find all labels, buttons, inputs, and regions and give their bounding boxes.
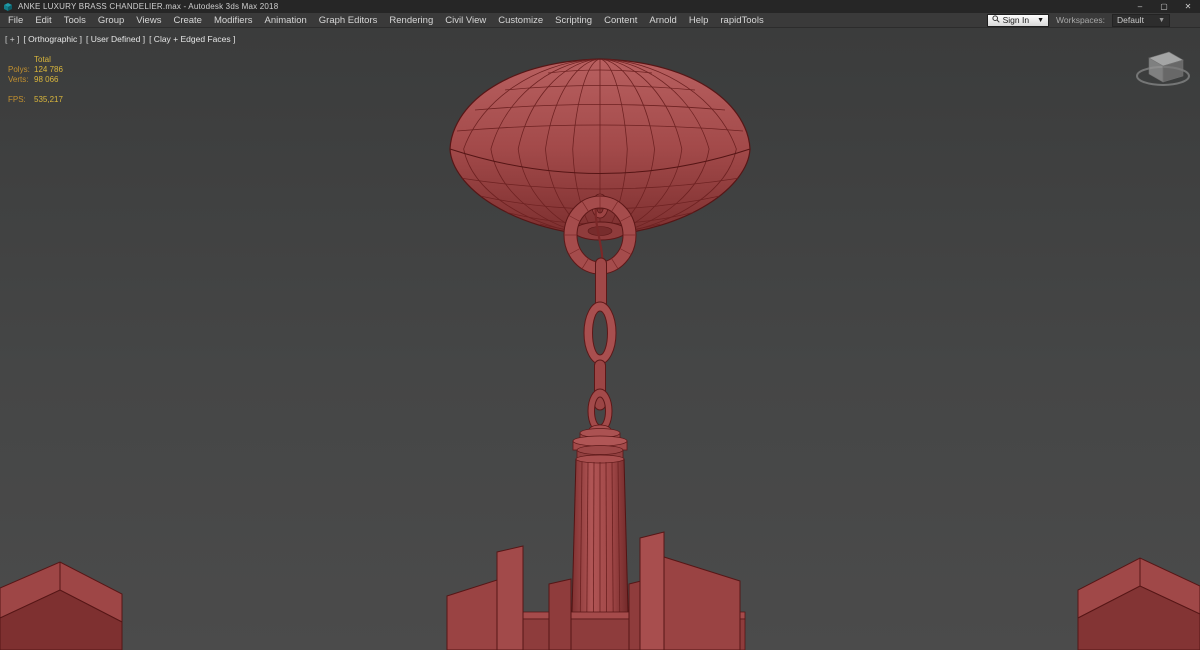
chandelier-model-canvas[interactable] (0, 28, 1200, 650)
menu-civil-view[interactable]: Civil View (439, 15, 492, 26)
menu-customize[interactable]: Customize (492, 15, 549, 26)
menu-graph-editors[interactable]: Graph Editors (313, 15, 384, 26)
close-button[interactable]: ✕ (1176, 0, 1200, 13)
maximize-button[interactable]: ▢ (1152, 0, 1176, 13)
viewport-view-label[interactable]: [ User Defined ] (86, 34, 145, 44)
menu-arnold[interactable]: Arnold (643, 15, 682, 26)
menu-views[interactable]: Views (130, 15, 167, 26)
chain-link (595, 257, 607, 309)
frame-corner-right (1077, 557, 1200, 650)
stats-polys-value: 124 786 (34, 65, 63, 74)
menu-tools[interactable]: Tools (58, 15, 92, 26)
stats-fps-value: 535,217 (34, 95, 63, 104)
menu-modifiers[interactable]: Modifiers (208, 15, 259, 26)
menu-help[interactable]: Help (683, 15, 715, 26)
viewport-statistics: Total Polys: 124 786 Verts: 98 066 FPS: 535… (8, 55, 63, 105)
search-icon (992, 15, 1000, 25)
minimize-button[interactable]: – (1128, 0, 1152, 13)
viewport-label: [ + ] [ Orthographic ] [ User Defined ] … (5, 34, 235, 44)
chevron-down-icon: ▼ (1037, 16, 1045, 24)
chevron-down-icon: ▼ (1158, 16, 1165, 24)
sign-in-label: Sign In (1002, 15, 1030, 25)
frame-corner-left (0, 561, 123, 650)
viewport[interactable]: [ + ] [ Orthographic ] [ User Defined ] … (0, 28, 1200, 650)
chain-link (594, 359, 606, 411)
workspace-dropdown[interactable]: Default ▼ (1112, 13, 1170, 27)
stats-verts-row: Verts: 98 066 (8, 75, 63, 85)
menu-scripting[interactable]: Scripting (549, 15, 598, 26)
stats-polys-label: Polys: (8, 65, 30, 74)
workspaces-label: Workspaces: (1056, 15, 1105, 25)
stats-polys-row: Polys: 124 786 (8, 65, 63, 75)
menu-bar: File Edit Tools Group Views Create Modif… (0, 13, 1200, 28)
window-title: ANKE LUXURY BRASS CHANDELIER.max - Autod… (18, 2, 279, 11)
viewport-shading-label[interactable]: [ Clay + Edged Faces ] (149, 34, 235, 44)
menu-rapidtools[interactable]: rapidTools (714, 15, 769, 26)
3dsmax-app-icon (3, 2, 13, 12)
menu-group[interactable]: Group (92, 15, 130, 26)
menu-content[interactable]: Content (598, 15, 643, 26)
stats-verts-label: Verts: (8, 75, 29, 84)
viewport-menu-plus[interactable]: [ + ] (5, 34, 19, 44)
chain-link (583, 301, 617, 365)
menu-create[interactable]: Create (167, 15, 208, 26)
viewcube[interactable] (1134, 43, 1192, 97)
title-bar: ANKE LUXURY BRASS CHANDELIER.max - Autod… (0, 0, 1200, 13)
collar (572, 424, 628, 460)
menu-rendering[interactable]: Rendering (383, 15, 439, 26)
stats-fps-label: FPS: (8, 95, 26, 104)
menu-edit[interactable]: Edit (29, 15, 57, 26)
menu-animation[interactable]: Animation (259, 15, 313, 26)
stats-total-label: Total (34, 55, 51, 64)
menu-file[interactable]: File (2, 15, 29, 26)
viewport-projection-label[interactable]: [ Orthographic ] (23, 34, 82, 44)
menubar-right-cluster: Sign In ▼ Workspaces: Default ▼ (986, 13, 1200, 27)
window-controls: – ▢ ✕ (1128, 0, 1200, 13)
sign-in-button[interactable]: Sign In ▼ (986, 13, 1050, 27)
workspace-value: Default (1117, 15, 1144, 25)
stats-verts-value: 98 066 (34, 75, 59, 84)
stats-fps-row: FPS: 535,217 (8, 95, 63, 105)
